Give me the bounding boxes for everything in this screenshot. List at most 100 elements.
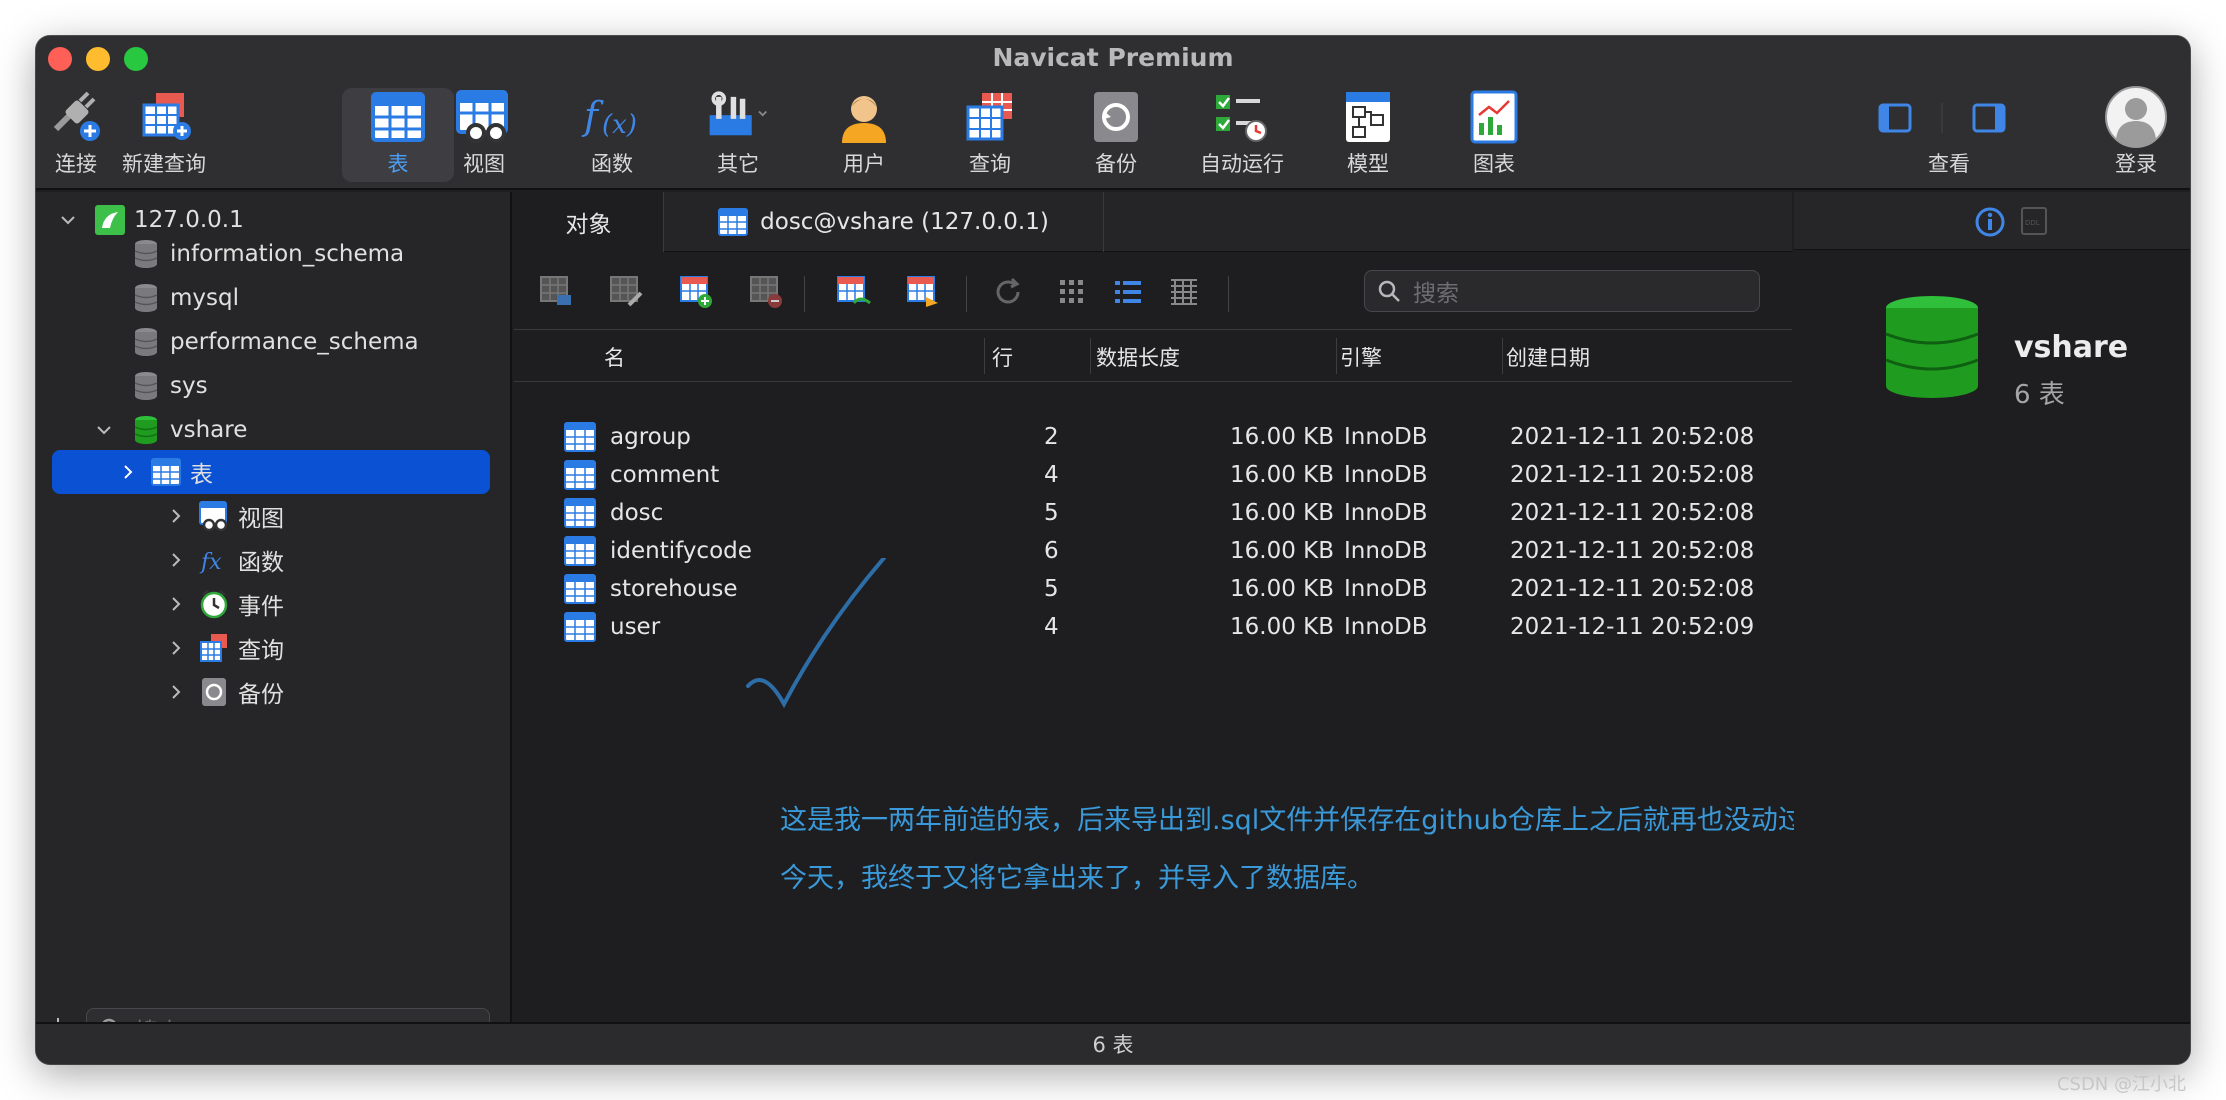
table-name: user [610, 614, 661, 640]
tree-events[interactable]: 事件 [36, 582, 512, 626]
backup-button[interactable]: 备份 [1060, 88, 1172, 182]
column-header-data-length[interactable]: 数据长度 [1096, 342, 1180, 372]
info-db-name: vshare [2014, 330, 2129, 365]
column-header-name[interactable]: 名 [604, 342, 625, 372]
table-row[interactable]: agroup 2 16.00 KB InnoDB 2021-12-11 20:5… [514, 420, 1792, 458]
list-view-button[interactable] [1108, 272, 1148, 312]
table-icon [150, 456, 182, 488]
column-header-created[interactable]: 创建日期 [1506, 342, 1590, 372]
table-row[interactable]: dosc 5 16.00 KB InnoDB 2021-12-11 20:52:… [514, 496, 1792, 534]
icon-view-button[interactable] [1052, 272, 1092, 312]
table-row-count: 4 [1044, 462, 1059, 488]
chevron-right-icon[interactable] [164, 636, 188, 660]
functions-button[interactable]: f (x) 函数 [556, 88, 668, 182]
table-engine: InnoDB [1344, 614, 1428, 640]
table-name: comment [610, 462, 720, 488]
chevron-down-icon[interactable] [56, 208, 80, 232]
chevron-right-icon[interactable] [116, 460, 140, 484]
tree-backups[interactable]: 备份 [36, 670, 512, 714]
design-table-button[interactable] [606, 272, 646, 312]
tree-queries[interactable]: 查询 [36, 626, 512, 670]
svg-text:fx: fx [199, 550, 222, 575]
delete-table-button[interactable] [746, 272, 786, 312]
tree-db-mysql[interactable]: mysql [36, 276, 512, 320]
import-wizard-button[interactable] [834, 272, 874, 312]
refresh-button[interactable] [988, 272, 1028, 312]
annotation-text-line-1: 这是我一两年前造的表，后来导出到.sql文件并保存在github仓库上之后就再也… [780, 805, 1859, 836]
model-button[interactable]: 模型 [1312, 88, 1424, 182]
tree-db-performance-schema[interactable]: performance_schema [36, 320, 512, 364]
backup-icon [1084, 88, 1148, 146]
chevron-right-icon[interactable] [164, 592, 188, 616]
table-icon [564, 612, 596, 642]
table-engine: InnoDB [1344, 424, 1428, 450]
table-header: 名 行 数据长度 引擎 创建日期 [514, 330, 1792, 382]
table-created: 2021-12-11 20:52:08 [1510, 424, 1755, 450]
view-icon [452, 88, 516, 146]
charts-button[interactable]: 图表 [1438, 88, 1550, 182]
chevron-right-icon[interactable] [164, 504, 188, 528]
views-button[interactable]: 视图 [428, 88, 540, 182]
table-name: agroup [610, 424, 691, 450]
plug-icon [44, 88, 108, 146]
table-row[interactable]: identifycode 6 16.00 KB InnoDB 2021-12-1… [514, 534, 1792, 572]
export-icon [907, 276, 938, 307]
others-button[interactable]: 其它 [682, 88, 794, 182]
clock-icon [198, 588, 230, 620]
list-view-icon [1115, 281, 1141, 303]
new-query-button[interactable]: 新建查询 [108, 88, 220, 182]
chevron-right-icon[interactable] [164, 680, 188, 704]
automation-button[interactable]: 自动运行 [1186, 88, 1298, 182]
database-icon [130, 326, 162, 358]
table-created: 2021-12-11 20:52:08 [1510, 462, 1755, 488]
tree-tables[interactable]: 表 [52, 450, 490, 494]
new-query-icon [132, 88, 196, 146]
table-row[interactable]: user 4 16.00 KB InnoDB 2021-12-11 20:52:… [514, 610, 1792, 648]
export-wizard-button[interactable] [904, 272, 944, 312]
open-table-button[interactable] [536, 272, 576, 312]
window-title: Navicat Premium [992, 43, 1234, 72]
object-toolbar: 搜索 [514, 252, 1792, 330]
model-icon [1336, 88, 1400, 146]
connection-tree: 127.0.0.1 information_schema mysql perfo… [36, 192, 512, 1050]
tree-db-information-schema[interactable]: information_schema [36, 232, 512, 276]
tree-views[interactable]: 视图 [36, 494, 512, 538]
chevron-right-icon[interactable] [164, 548, 188, 572]
chevron-down-icon[interactable] [92, 418, 116, 442]
column-header-engine[interactable]: 引擎 [1340, 342, 1382, 372]
info-panel-header: DDL [1794, 192, 2190, 250]
info-panel: DDL vshare 6 表 [1794, 192, 2190, 1022]
svg-text:DDL: DDL [2025, 219, 2040, 227]
status-text: 6 表 [1092, 1033, 1134, 1057]
database-label: sys [170, 373, 208, 399]
tree-functions[interactable]: fx 函数 [36, 538, 512, 582]
database-open-icon [130, 414, 162, 446]
tree-db-vshare[interactable]: vshare [36, 408, 512, 452]
object-search-input[interactable]: 搜索 [1364, 270, 1760, 312]
search-icon [1378, 280, 1400, 302]
toolbar: Navicat Premium 连接 新建查询 表 视图 f (x) 函数 其它… [36, 36, 2190, 190]
table-engine: InnoDB [1344, 500, 1428, 526]
table-data-length: 16.00 KB [1230, 424, 1335, 450]
users-button[interactable]: 用户 [808, 88, 920, 182]
tab-objects[interactable]: 对象 [514, 192, 664, 252]
new-table-icon [680, 276, 712, 308]
tab-dosc-table[interactable]: dosc@vshare (127.0.0.1) [664, 192, 1104, 252]
tree-item-label: 视图 [238, 506, 284, 532]
ddl-icon[interactable]: DDL [2020, 206, 2048, 236]
tree-db-sys[interactable]: sys [36, 364, 512, 408]
table-row[interactable]: storehouse 5 16.00 KB InnoDB 2021-12-11 … [514, 572, 1792, 610]
column-header-rows[interactable]: 行 [992, 342, 1013, 372]
info-icon[interactable] [1974, 206, 2006, 238]
login-button[interactable]: 登录 [2080, 86, 2190, 182]
queries-button[interactable]: 查询 [934, 88, 1046, 182]
table-icon [718, 208, 749, 236]
table-row[interactable]: comment 4 16.00 KB InnoDB 2021-12-11 20:… [514, 458, 1792, 496]
new-table-button[interactable] [676, 272, 716, 312]
checklist-icon [1210, 88, 1274, 146]
detail-view-button[interactable] [1164, 272, 1204, 312]
annotation-text-line-2: 今天，我终于又将它拿出来了，并导入了数据库。 [780, 863, 1374, 894]
database-icon [130, 238, 162, 270]
view-layout-button[interactable]: 查看 [1856, 88, 2042, 182]
table-row-count: 4 [1044, 614, 1059, 640]
